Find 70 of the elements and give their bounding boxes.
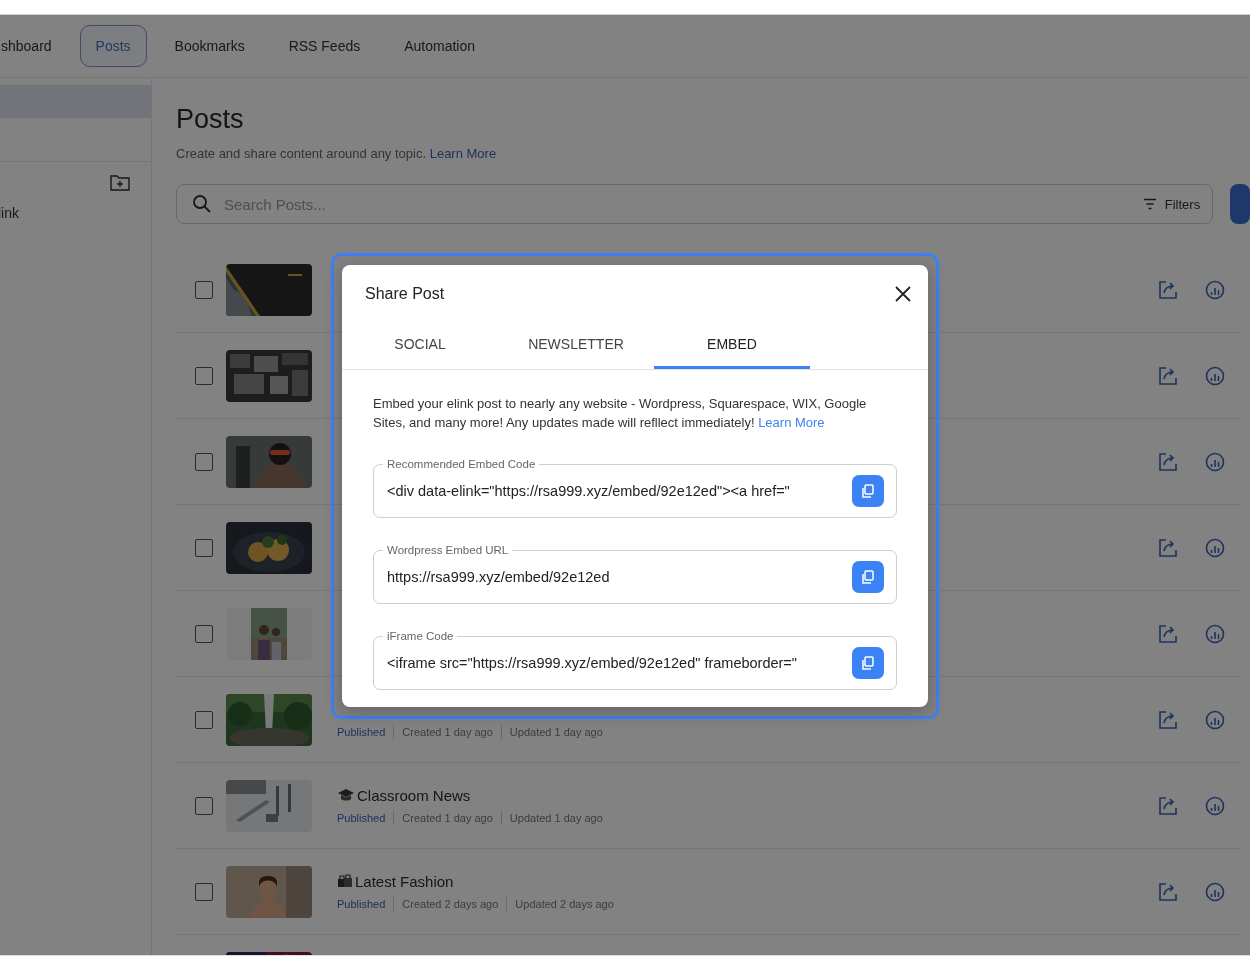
analytics-icon[interactable] — [1205, 795, 1225, 816]
share-icon[interactable] — [1158, 279, 1178, 300]
post-status: Published — [337, 811, 386, 824]
share-icon[interactable] — [1158, 881, 1178, 902]
analytics-icon[interactable] — [1205, 279, 1225, 300]
field-label: Recommended Embed Code — [383, 457, 540, 471]
checkbox[interactable] — [195, 882, 213, 901]
post-status: Published — [337, 726, 386, 738]
close-icon — [895, 286, 911, 302]
share-icon[interactable] — [1158, 365, 1178, 386]
page-subtitle: Create and share content around any topic. Learn More — [176, 146, 498, 161]
learn-more-link[interactable]: Learn More — [429, 146, 497, 161]
copy-button[interactable] — [852, 647, 884, 679]
learn-more-link[interactable]: Learn More — [758, 415, 825, 430]
analytics-icon[interactable] — [1205, 881, 1225, 902]
nav-tab[interactable]: Posts — [79, 25, 147, 67]
dialog-tab[interactable]: EMBED — [654, 322, 810, 369]
updated-date: Updated 1 day ago — [509, 726, 603, 738]
copy-icon — [861, 656, 875, 670]
filters-button[interactable]: Filters — [1142, 196, 1201, 212]
copy-button[interactable] — [852, 475, 884, 507]
analytics-icon[interactable] — [1205, 365, 1225, 386]
copy-icon — [861, 570, 875, 584]
embed-description: Embed your elink post to nearly any website - Wordpress, Squarespace, WIX, Google Sites, and many more! Any updates made will refllect immediately! Learn More — [373, 395, 868, 432]
shopping-bags-icon — [337, 874, 353, 888]
share-icon[interactable] — [1158, 537, 1178, 558]
search-icon — [192, 194, 212, 214]
checkbox[interactable] — [195, 624, 213, 643]
checkbox[interactable] — [195, 796, 213, 815]
checkbox[interactable] — [195, 280, 213, 299]
dialog-title: Share Post — [365, 285, 445, 303]
close-button[interactable] — [893, 284, 913, 304]
share-icon[interactable] — [1158, 451, 1178, 472]
nav-tab[interactable]: RSS Feeds — [272, 25, 377, 67]
created-date: Created 2 days ago — [402, 897, 499, 910]
nav-tab[interactable]: shboard — [0, 25, 68, 67]
analytics-icon[interactable] — [1205, 623, 1225, 644]
graduation-cap-icon — [337, 787, 355, 803]
post-status: Published — [337, 897, 386, 910]
share-icon[interactable] — [1158, 623, 1178, 644]
action-button[interactable] — [1230, 184, 1250, 224]
analytics-icon[interactable] — [1205, 537, 1225, 558]
checkbox[interactable] — [195, 366, 213, 385]
add-folder-icon[interactable] — [110, 174, 130, 191]
field-label: iFrame Code — [383, 629, 458, 643]
dialog-tab[interactable]: SOCIAL — [342, 322, 498, 369]
updated-date: Updated 1 day ago — [509, 811, 603, 824]
field-value: https://rsa999.xyz/embed/92e12ed — [387, 569, 611, 585]
checkbox[interactable] — [195, 452, 213, 471]
created-date: Created 1 day ago — [402, 811, 493, 824]
checkbox[interactable] — [195, 538, 213, 557]
nav-tab[interactable]: Bookmarks — [158, 25, 261, 67]
share-icon[interactable] — [1158, 709, 1178, 730]
field-value: <div data-elink="https://rsa999.xyz/embed/92e12ed"><a href=" — [387, 483, 791, 499]
filter-icon — [1142, 198, 1157, 210]
page-title: Posts — [176, 104, 245, 136]
share-icon[interactable] — [1158, 795, 1178, 816]
analytics-icon[interactable] — [1205, 709, 1225, 730]
updated-date: Updated 2 days ago — [515, 897, 614, 910]
field-label: Wordpress Embed URL — [383, 543, 513, 557]
post-title[interactable]: Latest Fashion — [355, 872, 454, 890]
created-date: Created 1 day ago — [402, 726, 493, 738]
dialog-tab[interactable]: NEWSLETTER — [498, 322, 654, 369]
post-title[interactable]: Classroom News — [357, 786, 471, 804]
copy-button[interactable] — [852, 561, 884, 593]
nav-tab[interactable]: Automation — [388, 25, 492, 67]
copy-icon — [861, 484, 875, 498]
field-value: <iframe src="https://rsa999.xyz/embed/92e12ed" frameborder=" — [387, 655, 798, 671]
checkbox[interactable] — [195, 710, 213, 729]
analytics-icon[interactable] — [1205, 451, 1225, 472]
